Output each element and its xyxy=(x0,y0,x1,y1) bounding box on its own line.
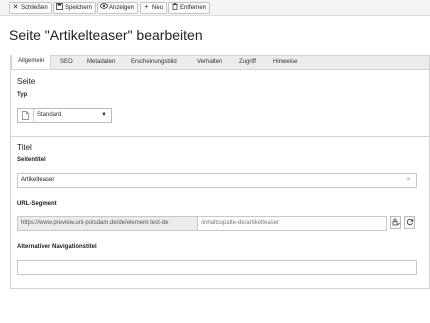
tab-hinweise[interactable]: Hinweise xyxy=(273,56,297,69)
tab-zugriff[interactable]: Zugriff xyxy=(239,56,256,69)
section-divider xyxy=(11,136,429,137)
url-segment-input[interactable]: /inhaltsspalte-de/artikelteaser xyxy=(197,216,387,231)
refresh-icon xyxy=(406,218,414,228)
page-title-input[interactable]: Artikelteaser ✕ xyxy=(17,173,417,188)
url-base-field: https://www.preview.uni-potsdam.de/de/el… xyxy=(17,216,198,231)
tab-verhalten[interactable]: Verhalten xyxy=(197,56,222,69)
close-icon: ✕ xyxy=(12,4,19,11)
toolbar: ✕ Schließen Speichern Anzeigen + Neu Ent… xyxy=(0,0,430,16)
tab-bar: Allgemein SEO Metadaten Erscheinungsbild… xyxy=(10,55,430,70)
chevron-down-icon: ▼ xyxy=(101,112,107,118)
form-panel: Seite Typ Standard ▼ Titel Seitentitel A… xyxy=(10,69,430,289)
delete-label: Entfernen xyxy=(180,5,207,11)
view-label: Anzeigen xyxy=(109,5,135,11)
unlock-edit-button[interactable] xyxy=(390,216,401,229)
new-label: Neu xyxy=(152,5,164,11)
page-title-label: Seitentitel xyxy=(17,157,46,163)
eye-icon xyxy=(100,3,108,13)
type-select-value: Standard xyxy=(37,112,62,118)
close-button[interactable]: ✕ Schließen xyxy=(9,2,52,14)
type-label: Typ xyxy=(17,92,28,98)
tab-erscheinungsbild[interactable]: Erscheinungsbild xyxy=(131,56,177,69)
tab-metadaten[interactable]: Metadaten xyxy=(87,56,115,69)
nav-title-label: Alternativer Navigationstitel xyxy=(17,244,97,250)
view-button[interactable]: Anzeigen xyxy=(97,2,139,14)
refresh-button[interactable] xyxy=(404,216,415,229)
url-segment-value: /inhaltsspalte-de/artikelteaser xyxy=(201,220,280,226)
page-icon xyxy=(18,109,34,122)
delete-button[interactable]: Entfernen xyxy=(168,2,211,14)
page-title-input-value: Artikelteaser xyxy=(21,177,55,183)
plus-icon: + xyxy=(144,4,149,11)
edit-lock-icon xyxy=(392,218,400,228)
type-select[interactable]: Standard ▼ xyxy=(17,108,112,123)
trash-icon xyxy=(171,2,178,14)
save-label: Speichern xyxy=(65,5,93,11)
nav-title-input[interactable] xyxy=(17,260,417,275)
page-title: Seite "Artikelteaser" bearbeiten xyxy=(9,27,203,43)
section-title-heading: Titel xyxy=(17,143,32,152)
close-label: Schließen xyxy=(21,5,48,11)
new-button[interactable]: + Neu xyxy=(140,2,168,14)
tab-allgemein[interactable]: Allgemein xyxy=(11,55,52,70)
clear-icon[interactable]: ✕ xyxy=(406,174,411,187)
url-segment-label: URL-Segment xyxy=(17,201,57,207)
save-button[interactable]: Speichern xyxy=(53,2,97,14)
save-icon xyxy=(56,2,63,14)
tab-seo[interactable]: SEO xyxy=(60,56,73,69)
section-page-heading: Seite xyxy=(17,77,36,86)
